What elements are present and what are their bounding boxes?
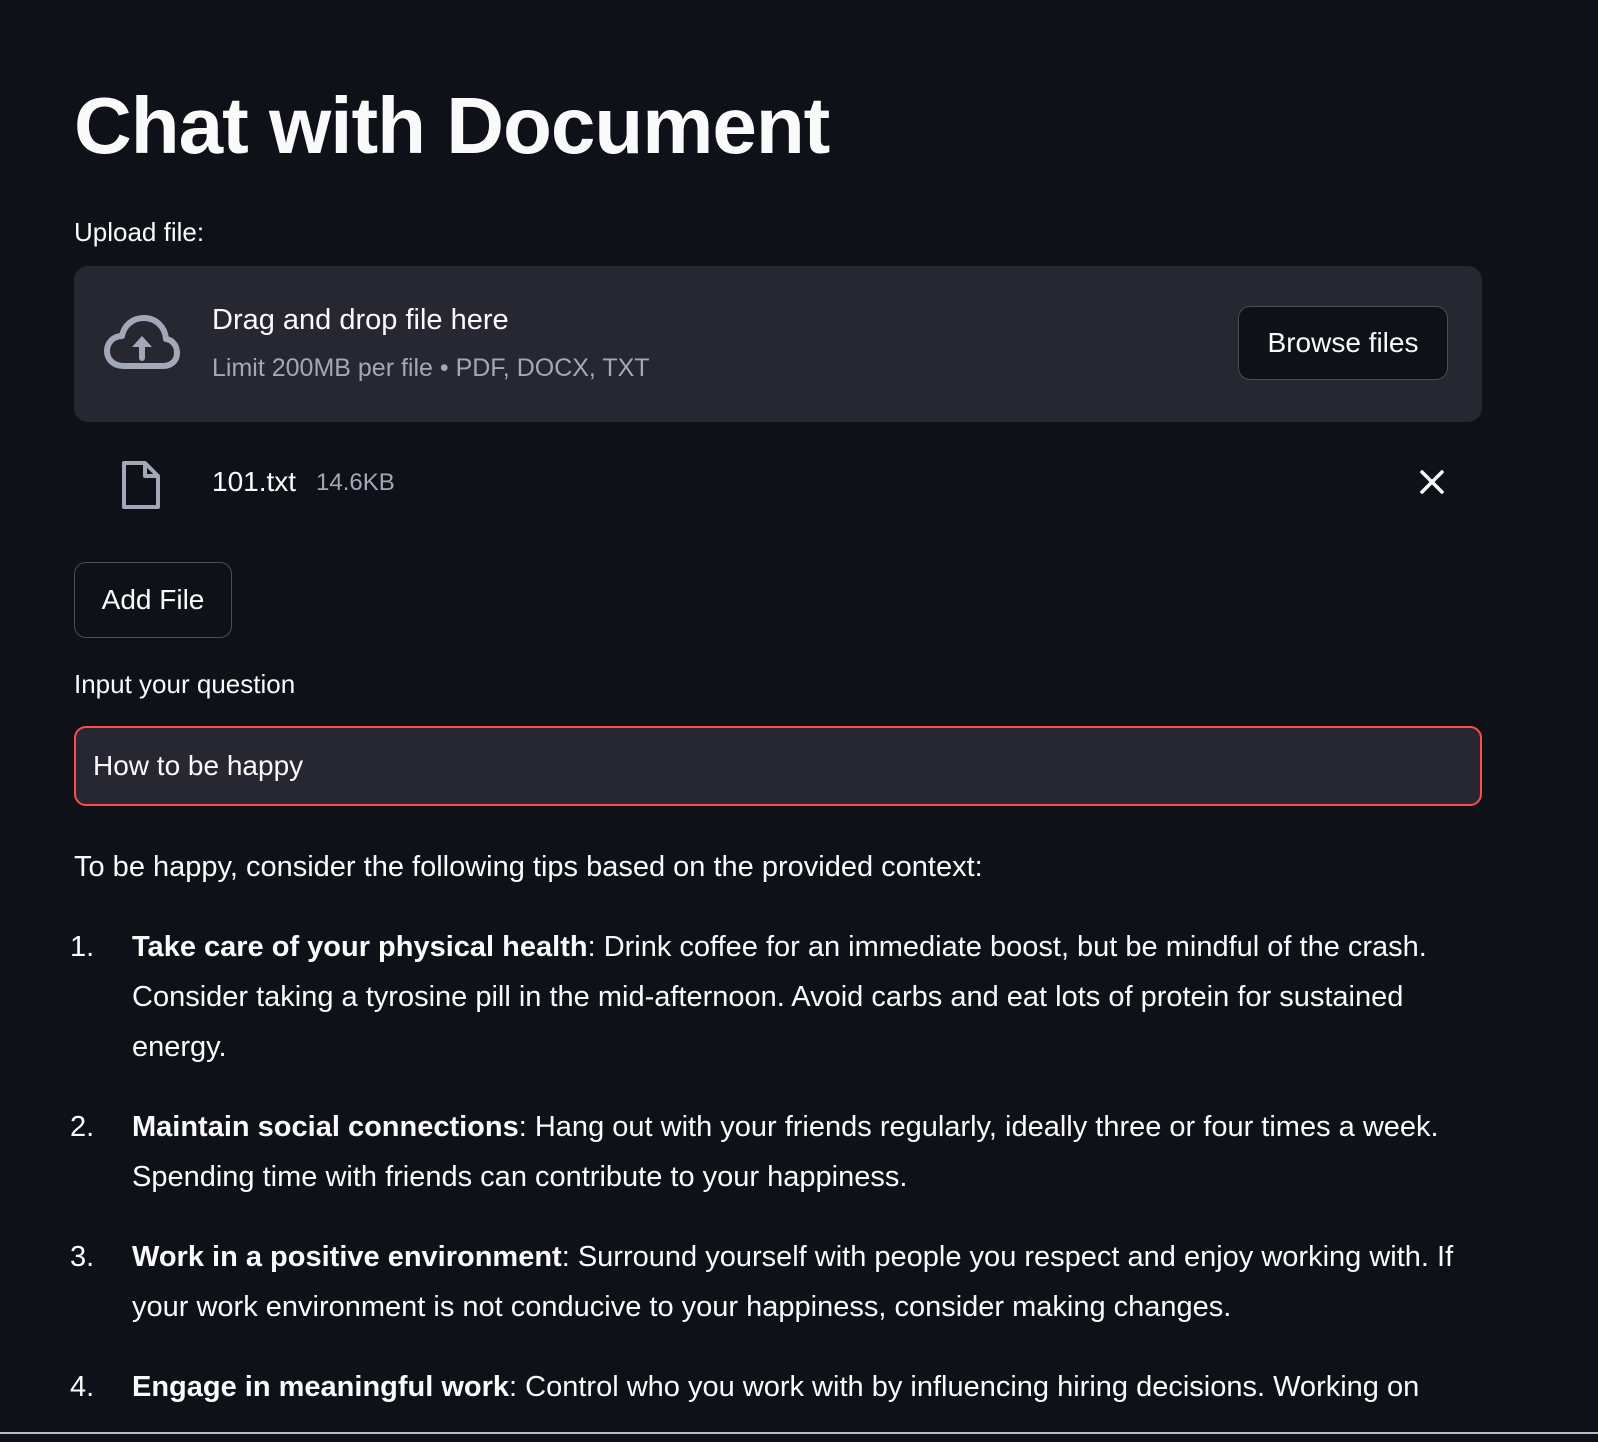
cloud-upload-icon — [104, 315, 180, 369]
answer-intro: To be happy, consider the following tips… — [74, 851, 983, 883]
list-item-title: Engage in meaningful work — [132, 1371, 510, 1403]
list-item-number: 4. — [70, 1371, 95, 1403]
list-item-title: Maintain social connections — [132, 1111, 519, 1143]
list-item-title: Take care of your physical health — [132, 931, 588, 963]
close-icon[interactable] — [1414, 464, 1450, 500]
list-item: 4. Engage in meaningful work: Control who… — [70, 1362, 1482, 1412]
dropzone-limit-text: Limit 200MB per file • PDF, DOCX, TXT — [212, 354, 650, 382]
file-dropzone[interactable]: Drag and drop file here Limit 200MB per … — [74, 266, 1482, 422]
list-item-number: 2. — [70, 1111, 95, 1143]
add-file-button[interactable]: Add File — [74, 562, 232, 638]
upload-label: Upload file: — [74, 217, 205, 247]
uploaded-file-row: 101.txt 14.6KB — [74, 446, 1482, 518]
question-input[interactable] — [74, 726, 1482, 806]
list-item: 1. Take care of your physical health: Dri… — [70, 922, 1482, 1072]
file-size: 14.6KB — [316, 469, 395, 496]
page-title: Chat with Document — [74, 81, 830, 170]
file-name: 101.txt — [212, 466, 297, 497]
list-item-title: Work in a positive environment — [132, 1241, 562, 1273]
answer-text: To be happy, consider the following tips… — [70, 842, 1482, 1442]
browse-files-button[interactable]: Browse files — [1238, 306, 1448, 380]
list-item: 2. Maintain social connections: Hang out … — [70, 1102, 1482, 1202]
list-item-number: 3. — [70, 1241, 95, 1273]
list-item: 3. Work in a positive environment: Surrou… — [70, 1232, 1482, 1332]
dropzone-title: Drag and drop file here — [212, 304, 509, 336]
question-label: Input your question — [74, 669, 296, 699]
tips-list: 1. Take care of your physical health: Dri… — [70, 922, 1482, 1412]
list-item-text: : Control who you work with by influenci… — [509, 1371, 1420, 1403]
file-icon — [122, 461, 160, 509]
list-item-number: 1. — [70, 931, 95, 963]
